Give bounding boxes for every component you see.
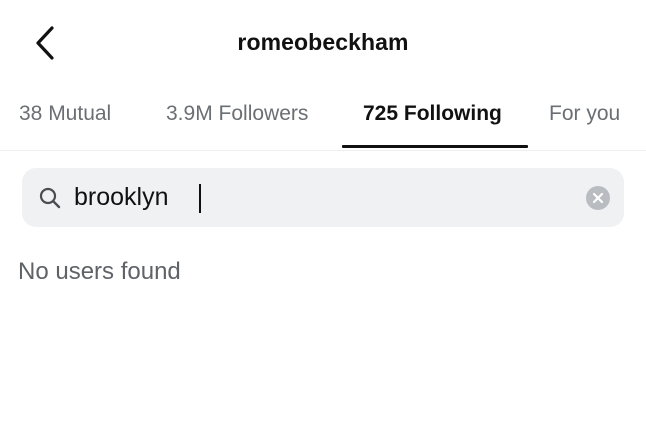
clear-search-button[interactable] [586, 186, 610, 210]
tab-for-you[interactable]: For you [549, 102, 620, 150]
tab-bar: 38 Mutual 3.9M Followers 725 Following F… [0, 92, 646, 150]
tab-followers[interactable]: 3.9M Followers [166, 102, 308, 150]
following-screen: romeobeckham 38 Mutual 3.9M Followers 72… [0, 0, 646, 438]
tab-following[interactable]: 725 Following [363, 102, 502, 150]
search-input[interactable] [74, 168, 574, 227]
search-bar[interactable] [22, 168, 624, 227]
empty-state-message: No users found [18, 258, 181, 285]
tab-mutual[interactable]: 38 Mutual [19, 102, 111, 150]
text-cursor [199, 184, 201, 213]
top-bar: romeobeckham [0, 0, 646, 90]
clear-icon [592, 192, 604, 204]
active-tab-indicator [342, 145, 528, 148]
tabs-divider [0, 150, 646, 151]
profile-username: romeobeckham [237, 29, 409, 55]
search-icon [39, 187, 61, 209]
